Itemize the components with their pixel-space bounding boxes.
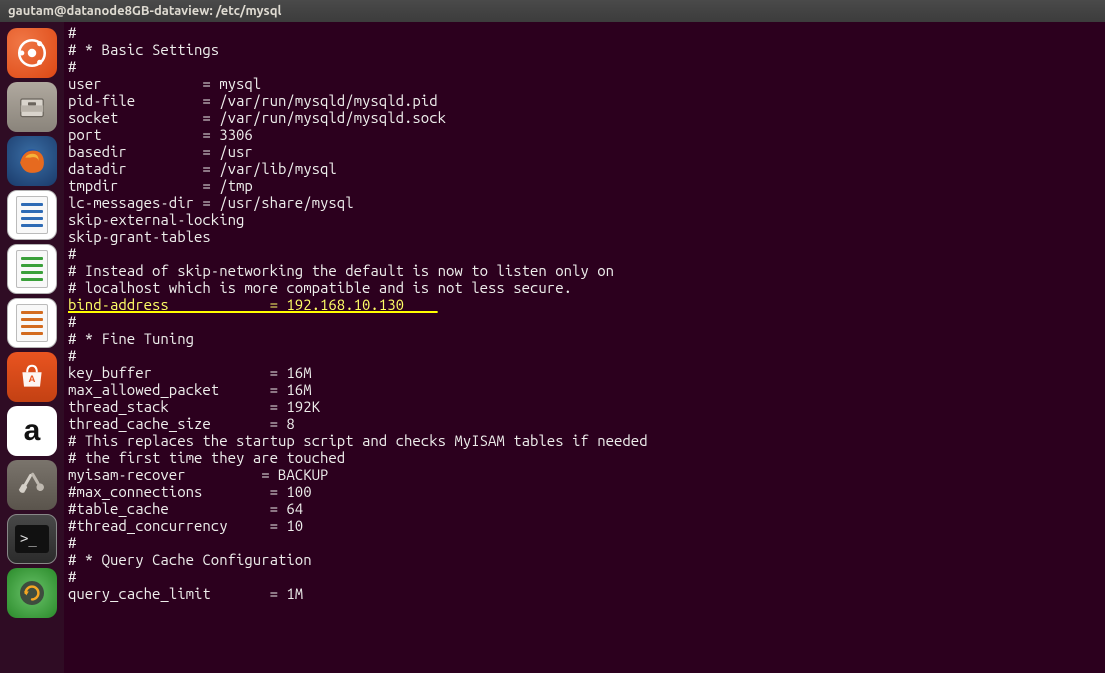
software-updater-icon[interactable] [7, 568, 57, 618]
terminal-line: # [68, 58, 1101, 75]
dash-icon[interactable] [7, 28, 57, 78]
ubuntu-software-icon[interactable]: A [7, 352, 57, 402]
terminal-line: # * Fine Tuning [68, 330, 1101, 347]
terminal-line: # the first time they are touched [68, 449, 1101, 466]
settings-icon[interactable] [7, 460, 57, 510]
amazon-icon[interactable]: a [7, 406, 57, 456]
terminal-line: port = 3306 [68, 126, 1101, 143]
window-titlebar: gautam@datanode8GB-dataview: /etc/mysql [0, 0, 1105, 22]
terminal-line: datadir = /var/lib/mysql [68, 160, 1101, 177]
terminal-line: # This replaces the startup script and c… [68, 432, 1101, 449]
terminal-line: # [68, 245, 1101, 262]
svg-text:A: A [29, 374, 36, 385]
writer-icon[interactable] [7, 190, 57, 240]
terminal-line: # * Query Cache Configuration [68, 551, 1101, 568]
terminal-line: #thread_concurrency = 10 [68, 517, 1101, 534]
terminal-line: pid-file = /var/run/mysqld/mysqld.pid [68, 92, 1101, 109]
terminal-line: user = mysql [68, 75, 1101, 92]
terminal-line: # [68, 347, 1101, 364]
unity-launcher: A a >_ [0, 22, 64, 673]
terminal-output[interactable]: ## * Basic Settings#user = mysqlpid-file… [64, 22, 1105, 673]
amazon-glyph: a [24, 414, 41, 448]
terminal-line: lc-messages-dir = /usr/share/mysql [68, 194, 1101, 211]
terminal-line-highlighted: bind-address = 192.168.10.130 [68, 296, 1101, 313]
terminal-line: #max_connections = 100 [68, 483, 1101, 500]
terminal-line: basedir = /usr [68, 143, 1101, 160]
terminal-line: thread_stack = 192K [68, 398, 1101, 415]
terminal-line: #table_cache = 64 [68, 500, 1101, 517]
window-title: gautam@datanode8GB-dataview: /etc/mysql [8, 4, 281, 18]
terminal-line: # [68, 534, 1101, 551]
terminal-line: # [68, 568, 1101, 585]
calc-icon[interactable] [7, 244, 57, 294]
impress-icon[interactable] [7, 298, 57, 348]
terminal-line: # [68, 24, 1101, 41]
terminal-line: skip-grant-tables [68, 228, 1101, 245]
firefox-icon[interactable] [7, 136, 57, 186]
terminal-line: thread_cache_size = 8 [68, 415, 1101, 432]
terminal-line: myisam-recover = BACKUP [68, 466, 1101, 483]
terminal-line [68, 602, 1101, 619]
terminal-prompt-glyph: >_ [20, 531, 37, 547]
terminal-line: socket = /var/run/mysqld/mysqld.sock [68, 109, 1101, 126]
terminal-line: tmpdir = /tmp [68, 177, 1101, 194]
terminal-line: # localhost which is more compatible and… [68, 279, 1101, 296]
files-icon[interactable] [7, 82, 57, 132]
terminal-line: key_buffer = 16M [68, 364, 1101, 381]
terminal-line: # * Basic Settings [68, 41, 1101, 58]
terminal-line: max_allowed_packet = 16M [68, 381, 1101, 398]
terminal-line: # [68, 313, 1101, 330]
terminal-line: query_cache_limit = 1M [68, 585, 1101, 602]
terminal-icon[interactable]: >_ [7, 514, 57, 564]
terminal-line: # Instead of skip-networking the default… [68, 262, 1101, 279]
terminal-line: skip-external-locking [68, 211, 1101, 228]
